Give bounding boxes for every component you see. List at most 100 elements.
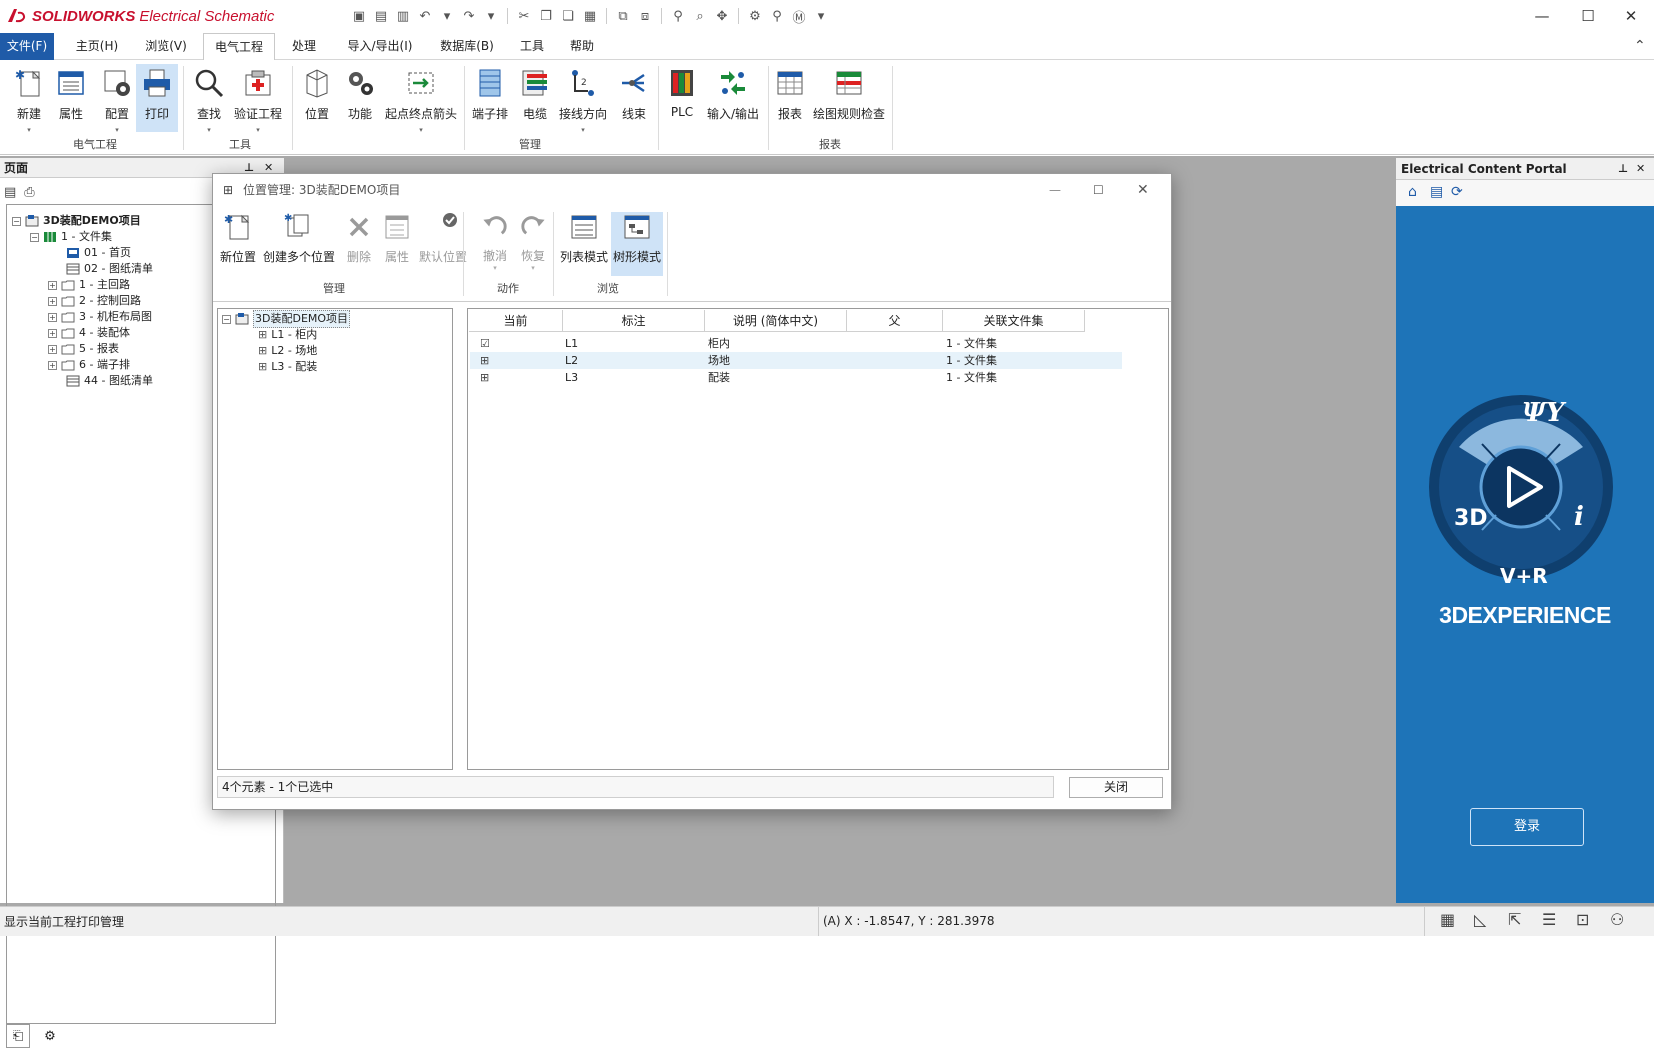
tree-item-page[interactable]: 02 - 图纸清单	[66, 261, 153, 277]
preview-icon[interactable]: ⎗	[6, 1024, 30, 1048]
menu-import-export[interactable]: 导入/导出(I)	[338, 33, 422, 60]
dialog-minimize-button[interactable]: —	[1049, 174, 1061, 206]
location-button[interactable]: 位置	[298, 64, 336, 134]
tree-options-icon[interactable]: ⚙	[38, 1024, 62, 1048]
properties-button[interactable]: 属性	[52, 64, 90, 134]
menu-help[interactable]: 帮助	[562, 33, 602, 60]
plc-button[interactable]: PLC	[664, 64, 700, 134]
chevron-down-icon[interactable]: ▾	[438, 7, 456, 25]
duplicate-icon[interactable]: ⧉	[614, 7, 632, 25]
tree-item-folder[interactable]: +4 - 装配体	[48, 325, 130, 341]
zoom-icon[interactable]: ⚲	[669, 7, 687, 25]
lineweight-icon[interactable]: ☰	[1542, 910, 1564, 932]
menu-electrical[interactable]: 电气工程	[203, 33, 275, 61]
wiring-direction-button[interactable]: 2 接线方向 ▾	[556, 64, 610, 134]
find-button[interactable]: 查找 ▾	[190, 64, 228, 134]
dialog-properties-button[interactable]: 属性	[379, 212, 415, 272]
snap-cursor-icon[interactable]: ⇱	[1508, 910, 1530, 932]
verify-project-button[interactable]: 验证工程 ▾	[230, 64, 286, 134]
dialog-close-icon[interactable]: ✕	[1137, 174, 1149, 206]
config-button[interactable]: 配置 ▾	[97, 64, 137, 134]
tree-item-page[interactable]: 44 - 图纸清单	[66, 373, 153, 389]
undo-button[interactable]: 撤消 ▾	[477, 212, 513, 272]
copy-page-icon[interactable]: ⧈	[636, 7, 654, 25]
delete-button[interactable]: 删除	[341, 212, 377, 272]
location-tree-item[interactable]: ⊞ L3 - 配装	[258, 359, 317, 375]
column-header-mark[interactable]: 标注	[563, 310, 705, 332]
origin-destination-arrow-button[interactable]: 起点终点箭头 ▾	[384, 64, 458, 134]
settings-icon[interactable]: ⚙	[746, 7, 764, 25]
redo-button[interactable]: 恢复 ▾	[515, 212, 551, 272]
user-icon[interactable]: ⚇	[1610, 910, 1632, 932]
close-icon[interactable]: ✕	[1636, 158, 1645, 180]
tree-item-folder[interactable]: +6 - 端子排	[48, 357, 130, 373]
cut-icon[interactable]: ✂	[515, 7, 533, 25]
table-row[interactable]: ⊞ L2 场地 1 - 文件集	[470, 352, 1122, 369]
collapse-ribbon-icon[interactable]: ⌃	[1634, 38, 1646, 54]
selection-mode-icon[interactable]: ⊡	[1576, 910, 1598, 932]
list-icon[interactable]: ▤	[1430, 184, 1443, 200]
report-button[interactable]: 报表	[771, 64, 809, 134]
maximize-button[interactable]: ☐	[1565, 0, 1611, 32]
menu-process[interactable]: 处理	[283, 33, 325, 60]
create-multiple-locations-button[interactable]: ✱ 创建多个位置	[261, 212, 337, 272]
tree-item-fileset[interactable]: −1 - 文件集	[30, 229, 112, 245]
new-location-button[interactable]: ✱ 新位置	[217, 212, 259, 272]
refresh-icon[interactable]: ⟳	[1451, 184, 1463, 200]
function-button[interactable]: 功能	[341, 64, 379, 134]
terminal-strip-button[interactable]: 端子排	[469, 64, 511, 134]
minimize-button[interactable]: —	[1519, 0, 1565, 32]
column-header-fileset[interactable]: 关联文件集	[943, 310, 1085, 332]
menu-view[interactable]: 浏览(V)	[138, 33, 194, 60]
menu-tools[interactable]: 工具	[512, 33, 552, 60]
undo-icon[interactable]: ↶	[416, 7, 434, 25]
macro-icon[interactable]: Ⓜ	[790, 7, 808, 26]
harness-button[interactable]: 线束	[615, 64, 653, 134]
pin-icon[interactable]: ⊥	[1618, 158, 1628, 180]
clipboard-icon[interactable]: ▦	[581, 7, 599, 25]
tree-item-folder[interactable]: +3 - 机柜布局图	[48, 309, 152, 325]
ortho-icon[interactable]: ◺	[1474, 910, 1496, 932]
open-icon[interactable]: ▣	[350, 7, 368, 25]
drawing-rule-check-button[interactable]: 绘图规则检查	[812, 64, 886, 134]
zoom-window-icon[interactable]: ⌕	[691, 7, 709, 25]
tree-item-folder[interactable]: +1 - 主回路	[48, 277, 130, 293]
menu-file[interactable]: 文件(F)	[0, 33, 54, 60]
home-icon[interactable]: ⌂	[1408, 184, 1417, 200]
menu-database[interactable]: 数据库(B)	[432, 33, 502, 60]
pages-print-icon[interactable]: ⎙	[24, 185, 34, 200]
dialog-close-button[interactable]: 关闭	[1069, 777, 1163, 798]
column-header-current[interactable]: 当前	[469, 310, 563, 332]
pan-icon[interactable]: ✥	[713, 7, 731, 25]
save-icon[interactable]: ▤	[372, 7, 390, 25]
column-header-description[interactable]: 说明 (简体中文)	[705, 310, 847, 332]
tree-item-project[interactable]: −3D装配DEMO项目	[12, 213, 141, 229]
chevron-down-icon[interactable]: ▾	[812, 7, 830, 25]
pages-list-icon[interactable]: ▤	[4, 185, 16, 200]
chevron-down-icon[interactable]: ▾	[482, 7, 500, 25]
paste-icon[interactable]: ❏	[559, 7, 577, 25]
grid-icon[interactable]: ▦	[1440, 910, 1462, 932]
tree-item-page[interactable]: 01 - 首页	[66, 245, 131, 261]
tree-item-folder[interactable]: +5 - 报表	[48, 341, 119, 357]
table-row[interactable]: ☑ L1 柜内 1 - 文件集	[470, 335, 1122, 352]
print-button[interactable]: 打印	[136, 64, 178, 132]
new-button[interactable]: ✱ 新建 ▾	[10, 64, 48, 134]
login-button[interactable]: 登录	[1470, 808, 1584, 846]
close-window-button[interactable]: ✕	[1608, 0, 1654, 32]
copy-icon[interactable]: ❐	[537, 7, 555, 25]
print-icon[interactable]: ▥	[394, 7, 412, 25]
location-tree-item[interactable]: ⊞ L1 - 柜内	[258, 327, 317, 343]
dialog-maximize-button[interactable]: ☐	[1093, 174, 1104, 206]
location-tree-root[interactable]: −3D装配DEMO项目	[222, 310, 351, 328]
tree-item-folder[interactable]: +2 - 控制回路	[48, 293, 141, 309]
input-output-button[interactable]: 输入/输出	[703, 64, 763, 134]
tree-mode-button[interactable]: 树形模式	[611, 212, 663, 276]
search-icon[interactable]: ⚲	[768, 7, 786, 25]
redo-icon[interactable]: ↷	[460, 7, 478, 25]
table-row[interactable]: ⊞ L3 配装 1 - 文件集	[470, 369, 1122, 386]
default-location-button[interactable]: 默认位置	[417, 212, 469, 272]
column-header-parent[interactable]: 父	[847, 310, 943, 332]
cable-button[interactable]: 电缆	[516, 64, 554, 134]
menu-home[interactable]: 主页(H)	[70, 33, 124, 60]
